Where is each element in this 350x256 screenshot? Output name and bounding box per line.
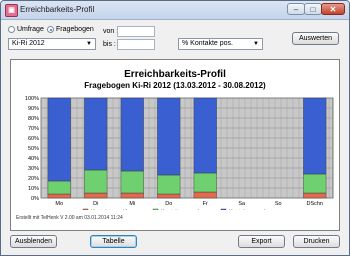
legend-label: Kontaktversuche xyxy=(229,210,270,211)
von-input[interactable] xyxy=(117,26,155,37)
chevron-down-icon: ▼ xyxy=(86,41,92,47)
bar-segment xyxy=(47,193,71,199)
bar-segment xyxy=(120,97,144,172)
minimize-button[interactable]: – xyxy=(287,3,305,15)
radio-fragebogen-indicator[interactable] xyxy=(47,26,54,33)
legend-swatch xyxy=(220,208,227,210)
main-window: ▣ Erreichbarkeits-Profil – □ ✕ Umfrage F… xyxy=(0,0,350,256)
y-tick-label: 100% xyxy=(25,96,39,102)
tabelle-button[interactable]: Tabelle xyxy=(90,235,137,248)
x-tick-label: So xyxy=(275,201,282,207)
x-tick-label: DSchn xyxy=(306,201,323,207)
bar-segment xyxy=(84,97,108,171)
x-tick-label: Do xyxy=(165,201,172,207)
legend-label: Kontakte positiv xyxy=(91,210,130,211)
ausblenden-button[interactable]: Ausblenden xyxy=(10,235,57,248)
bar-segment xyxy=(47,97,71,182)
y-tick-label: 20% xyxy=(28,176,39,182)
close-button[interactable]: ✕ xyxy=(321,3,345,15)
radio-fragebogen-label: Fragebogen xyxy=(56,26,94,33)
y-tick-label: 90% xyxy=(28,106,39,112)
bar-segment xyxy=(193,172,217,193)
legend-swatch xyxy=(152,208,159,210)
export-button[interactable]: Export xyxy=(238,235,285,248)
bar-segment xyxy=(84,192,108,199)
bar-segment xyxy=(303,173,327,194)
bar-segment xyxy=(303,97,327,175)
report-footer: Erstellt mit TelHenk V 2.00 am 03.01.201… xyxy=(16,215,123,221)
y-tick-label: 40% xyxy=(28,156,39,162)
chevron-down-icon: ▼ xyxy=(253,41,259,47)
y-tick-label: 30% xyxy=(28,166,39,172)
auswerten-button[interactable]: Auswerten xyxy=(292,32,339,45)
y-tick-label: 10% xyxy=(28,186,39,192)
maximize-button[interactable]: □ xyxy=(304,3,322,15)
radio-umfrage[interactable]: Umfrage xyxy=(8,26,44,33)
drucken-button[interactable]: Drucken xyxy=(293,235,340,248)
x-tick-label: Mi xyxy=(129,201,135,207)
window-title: Erreichbarkeits-Profil xyxy=(20,5,95,14)
bar-segment xyxy=(120,170,144,194)
bar-segment xyxy=(47,180,71,195)
x-tick-label: Di xyxy=(93,201,98,207)
report-panel: Erreichbarkeits-Profil Fragebogen Ki-Ri … xyxy=(10,59,340,231)
y-tick-label: 50% xyxy=(28,146,39,152)
von-label: von : xyxy=(103,28,119,35)
radio-fragebogen[interactable]: Fragebogen xyxy=(47,26,94,33)
app-icon: ▣ xyxy=(5,4,18,17)
fragebogen-select[interactable]: Ki-Ri 2012 ▼ xyxy=(8,38,96,50)
y-tick-label: 80% xyxy=(28,116,39,122)
stacked-bar-chart: 0% 10% 20% 30% 40% 50% 60% 70% 80% 90% 100% Mo Di Mi D… xyxy=(25,96,334,211)
bis-input[interactable] xyxy=(117,39,155,50)
bar-segment xyxy=(157,193,181,199)
y-tick-label: 0% xyxy=(31,196,39,202)
bar-segment xyxy=(120,192,144,199)
bar-segment xyxy=(303,192,327,199)
bar-segment xyxy=(157,97,181,176)
bis-label: bis : xyxy=(103,41,116,48)
bar-segment xyxy=(84,169,108,194)
bar-segment xyxy=(193,191,217,199)
title-bar[interactable]: ▣ Erreichbarkeits-Profil – □ ✕ xyxy=(1,1,349,20)
x-tick-label: Mo xyxy=(55,201,63,207)
x-tick-label: Fr xyxy=(203,201,208,207)
radio-umfrage-label: Umfrage xyxy=(17,26,44,33)
legend-label: Kontakte negativ xyxy=(161,210,202,211)
x-tick-label: Sa xyxy=(238,201,246,207)
radio-umfrage-indicator[interactable] xyxy=(8,26,15,33)
metric-select-value: % Kontakte pos. xyxy=(182,40,233,47)
y-tick-label: 60% xyxy=(28,136,39,142)
bar-segment xyxy=(157,174,181,195)
fragebogen-select-value: Ki-Ri 2012 xyxy=(12,40,45,47)
y-tick-label: 70% xyxy=(28,126,39,132)
bar-segment xyxy=(193,97,217,174)
metric-select[interactable]: % Kontakte pos. ▼ xyxy=(178,38,263,50)
legend-swatch xyxy=(82,208,89,210)
